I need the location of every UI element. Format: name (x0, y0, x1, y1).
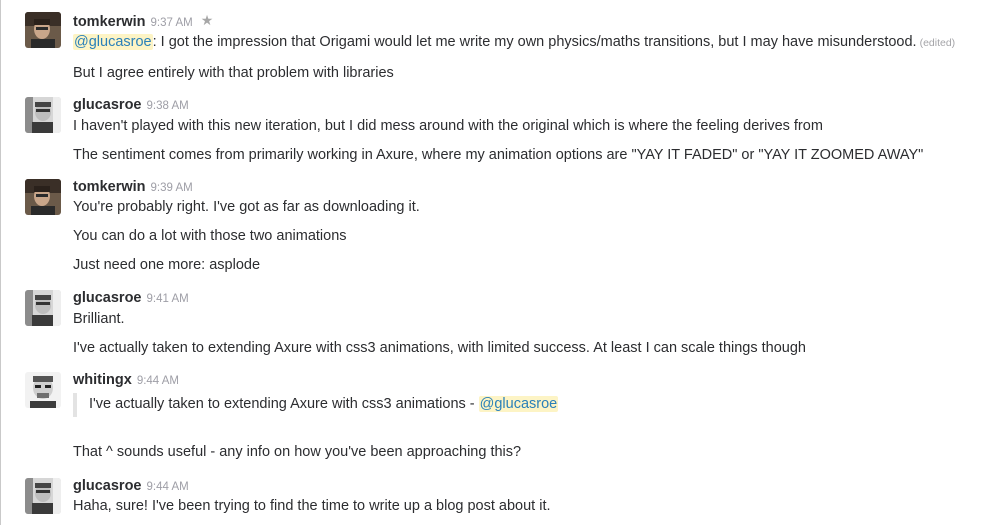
timestamp[interactable]: 9:44 AM (137, 375, 179, 387)
message-text: @glucasroe: I got the impression that Or… (73, 33, 955, 51)
user-mention[interactable]: @glucasroe (73, 34, 153, 50)
username[interactable]: glucasroe (73, 97, 142, 113)
message-header: glucasroe 9:41 AM (73, 290, 189, 308)
message-text: I haven't played with this new iteration… (73, 118, 823, 134)
message-header: glucasroe 9:38 AM (73, 97, 189, 115)
window-edge (0, 0, 1, 525)
username[interactable]: tomkerwin (73, 14, 146, 30)
message-text: But I agree entirely with that problem w… (73, 65, 394, 81)
message-text: The sentiment comes from primarily worki… (73, 147, 924, 163)
message-text: Brilliant. (73, 311, 125, 327)
message-text: Haha, sure! I've been trying to find the… (73, 498, 551, 514)
timestamp[interactable]: 9:39 AM (151, 182, 193, 194)
message-text: You're probably right. I've got as far a… (73, 199, 420, 215)
message-text: Just need one more: asplode (73, 257, 261, 273)
message-text: That ^ sounds useful - any info on how y… (73, 444, 522, 460)
username[interactable]: tomkerwin (73, 179, 146, 195)
avatar-glucasroe[interactable] (25, 97, 61, 133)
edited-label: (edited) (919, 37, 956, 49)
timestamp[interactable]: 9:37 AM (151, 17, 193, 29)
timestamp[interactable]: 9:41 AM (147, 293, 189, 305)
star-icon[interactable]: ★ (201, 12, 214, 29)
quoted-message: I've actually taken to extending Axure w… (73, 393, 673, 417)
avatar-whitingx[interactable] (25, 372, 61, 408)
quote-text: I've actually taken to extending Axure w… (89, 396, 479, 412)
avatar-glucasroe[interactable] (25, 290, 61, 326)
message-header: tomkerwin 9:39 AM (73, 179, 193, 197)
message-text-body: : I got the impression that Origami woul… (152, 34, 917, 50)
avatar-glucasroe[interactable] (25, 478, 61, 514)
username[interactable]: glucasroe (73, 478, 142, 494)
message-text: You can do a lot with those two animatio… (73, 228, 347, 244)
message-header: tomkerwin 9:37 AM ★ (73, 12, 213, 30)
username[interactable]: whitingx (73, 372, 132, 388)
user-mention[interactable]: @glucasroe (478, 396, 559, 412)
avatar-tomkerwin[interactable] (25, 12, 61, 48)
timestamp[interactable]: 9:44 AM (147, 481, 189, 493)
message-header: glucasroe 9:44 AM (73, 478, 189, 496)
username[interactable]: glucasroe (73, 290, 142, 306)
message-header: whitingx 9:44 AM (73, 372, 179, 390)
timestamp[interactable]: 9:38 AM (147, 100, 189, 112)
message-text: I've actually taken to extending Axure w… (73, 340, 806, 356)
avatar-tomkerwin[interactable] (25, 179, 61, 215)
